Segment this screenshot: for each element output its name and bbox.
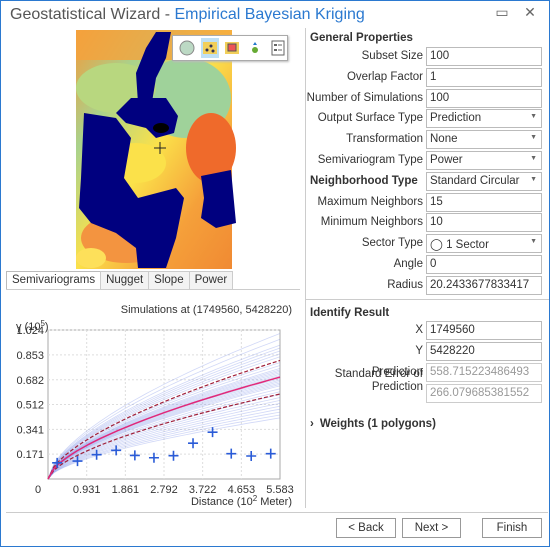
output-surface-type-dropdown[interactable]: Prediction ▼	[426, 109, 542, 129]
minimum-neighbors-input[interactable]: 10	[426, 213, 542, 233]
legend-icon[interactable]	[268, 38, 287, 58]
field-label: Subset Size	[361, 50, 423, 62]
back-button[interactable]: < Back	[336, 518, 396, 538]
field-value: 15	[430, 195, 443, 208]
dropdown-arrow-icon: ▼	[530, 113, 537, 121]
x-tick-label: 4.653	[228, 484, 256, 496]
tab-semivariograms[interactable]: Semivariograms	[6, 271, 102, 290]
x-tick-label: 0.931	[73, 484, 101, 496]
field-label: Overlap Factor	[346, 70, 423, 83]
field-label: Semivariogram Type	[317, 154, 423, 166]
field-value: 266.079685381552	[430, 387, 530, 399]
x-axis-label: Distance (102 Meter)	[191, 494, 292, 508]
angle-input[interactable]: 0	[426, 255, 542, 274]
properties-panel: General Properties Identify Result › Weig…	[305, 28, 549, 508]
y-tick-label: 0.341	[16, 424, 44, 436]
y-tick-label: 1.024	[16, 325, 44, 337]
subset-size-input[interactable]: 100	[426, 47, 542, 66]
field-value: 100	[430, 50, 450, 62]
field-label: Minimum Neighbors	[320, 216, 423, 229]
dropdown-arrow-icon: ▼	[530, 134, 537, 142]
footer-divider	[6, 512, 548, 513]
field-label: Neighborhood Type	[310, 174, 418, 187]
x-tick-label: 2.792	[150, 484, 178, 496]
field-value: 10	[430, 216, 443, 229]
dropdown-arrow-icon: ▼	[530, 175, 537, 183]
field-label: Angle	[393, 258, 423, 270]
window-title: Geostatistical Wizard - Empirical Bayesi…	[10, 6, 365, 23]
general-properties-header: General Properties	[310, 32, 413, 44]
field-value: None	[430, 133, 458, 146]
semivariogram-chart: γ (105) Simulations at (1749560, 5428220…	[6, 289, 300, 508]
field-value: 1	[430, 70, 437, 83]
divider	[306, 299, 549, 300]
chevron-right-icon: ›	[310, 418, 314, 430]
y-input[interactable]: 5428220	[426, 341, 542, 361]
x-tick-label: 3.722	[189, 484, 217, 496]
number-of-simulations-input[interactable]: 100	[426, 88, 542, 108]
maximize-icon[interactable]: ▭	[492, 4, 512, 21]
field-value: Standard Circular	[430, 174, 520, 187]
field-value: 20.2433677833417	[430, 278, 530, 291]
field-label: Y	[415, 344, 423, 357]
sector-type-dropdown[interactable]: ◯ 1 Sector ▼	[426, 234, 542, 254]
maximum-neighbors-input[interactable]: 15	[426, 192, 542, 212]
field-label: Sector Type	[361, 237, 423, 250]
add-point-icon[interactable]	[246, 38, 265, 58]
sector-circle-icon: ◯	[430, 239, 447, 252]
field-label: X	[415, 324, 423, 336]
x-input[interactable]: 1749560	[426, 321, 542, 340]
y-tick-label: 0.682	[16, 375, 44, 387]
tab-power[interactable]: Power	[188, 271, 234, 289]
y-tick-label: 0.853	[16, 350, 44, 362]
full-extent-icon[interactable]	[178, 38, 197, 58]
field-value: 558.715223486493	[430, 365, 530, 378]
x-tick-label: 5.583	[266, 484, 294, 496]
weights-expander[interactable]: › Weights (1 polygons)	[310, 418, 436, 430]
field-value: Prediction	[430, 112, 482, 125]
field-label: Maximum Neighbors	[317, 195, 423, 208]
tab-slope[interactable]: Slope	[148, 271, 190, 289]
map-toolbar	[172, 35, 288, 61]
x-tick-label: 0	[35, 484, 41, 496]
field-label: Transformation	[346, 133, 423, 146]
tab-nugget[interactable]: Nugget	[100, 271, 150, 289]
transformation-dropdown[interactable]: None ▼	[426, 130, 542, 150]
overlap-factor-input[interactable]: 1	[426, 67, 542, 87]
field-label: Radius	[387, 278, 423, 291]
dropdown-arrow-icon: ▼	[530, 155, 537, 162]
field-value: 1 Sector	[446, 239, 489, 252]
field-value: 1749560	[430, 324, 475, 336]
chart-title: Simulations at (1749560, 5428220)	[121, 304, 292, 316]
identify-result-header: Identify Result	[310, 307, 390, 319]
field-label: Output Surface Type	[317, 112, 423, 125]
neighborhood-type-dropdown[interactable]: Standard Circular ▼	[426, 171, 542, 191]
semivariogram-type-dropdown[interactable]: Power ▼	[426, 151, 542, 170]
show-points-icon[interactable]	[200, 38, 220, 58]
map-view[interactable]	[6, 28, 300, 269]
close-icon[interactable]: ✕	[520, 4, 540, 21]
standard-error-of-prediction-input: 266.079685381552	[426, 384, 542, 403]
radius-input[interactable]: 20.2433677833417	[426, 275, 542, 295]
field-label: Number of Simulations	[306, 91, 423, 104]
y-tick-label: 0.512	[16, 400, 44, 412]
finish-button[interactable]: Finish	[482, 518, 542, 538]
field-value: 5428220	[430, 344, 475, 357]
x-tick-label: 1.861	[112, 484, 140, 496]
field-label: Standard Error of Prediction	[334, 368, 423, 393]
field-value: 100	[430, 91, 450, 104]
field-value: 0	[430, 258, 437, 270]
field-value: Power	[430, 154, 463, 166]
chart-tabs: Semivariograms Nugget Slope Power	[6, 271, 234, 290]
next-button[interactable]: Next >	[402, 518, 461, 538]
dropdown-arrow-icon: ▼	[530, 238, 537, 246]
show-surface-icon[interactable]	[223, 38, 242, 58]
prediction-input: 558.715223486493	[426, 362, 542, 382]
y-tick-label: 0.171	[16, 449, 44, 461]
